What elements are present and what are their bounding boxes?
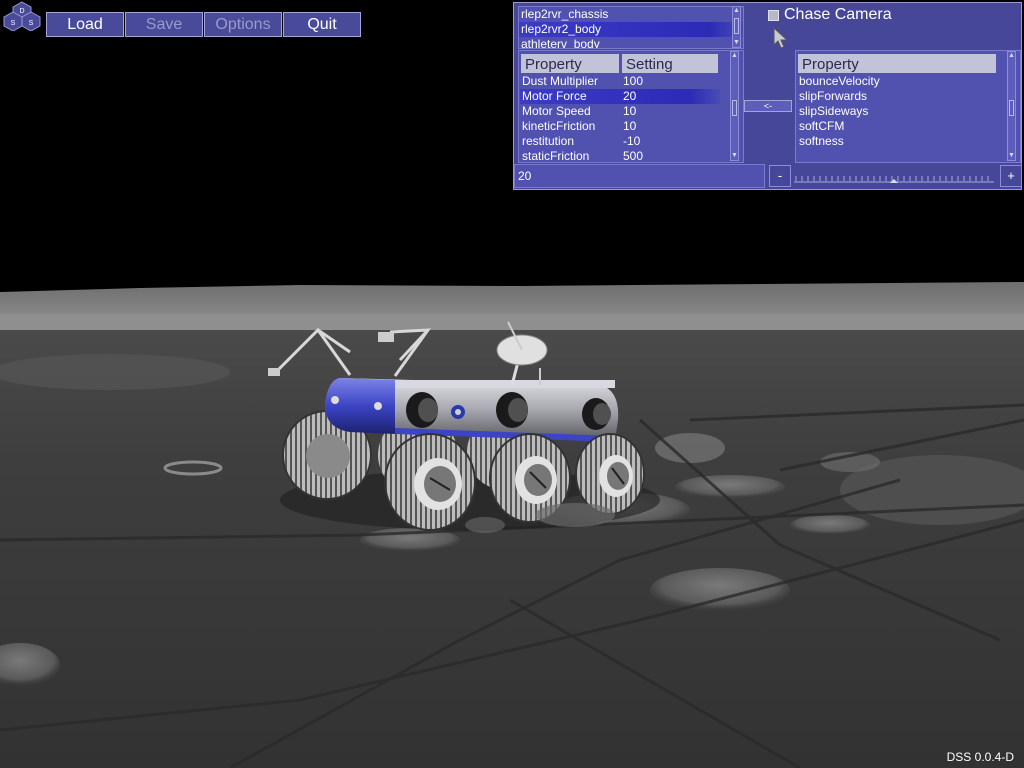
object-list-item[interactable]: rlep2rvr_chassis bbox=[519, 7, 743, 22]
value-input[interactable]: 20 bbox=[514, 164, 765, 188]
scroll-down-arrow-icon[interactable]: ▼ bbox=[731, 152, 738, 160]
table-row[interactable]: Motor Speed 10 bbox=[520, 104, 720, 119]
property-name: softness bbox=[799, 134, 844, 148]
table-row[interactable]: Dust Multiplier 100 bbox=[520, 74, 720, 89]
table-row-selected[interactable]: Motor Force 20 bbox=[520, 89, 720, 104]
save-button[interactable]: Save bbox=[125, 12, 203, 37]
value-slider[interactable] bbox=[792, 168, 996, 186]
object-list-item-selected[interactable]: rlep2rvr2_body bbox=[519, 22, 743, 37]
property-value: 20 bbox=[623, 89, 637, 103]
property-name: Motor Force bbox=[522, 89, 587, 103]
list-item[interactable]: softCFM bbox=[797, 119, 997, 134]
property-name: Motor Speed bbox=[522, 104, 591, 118]
load-button[interactable]: Load bbox=[46, 12, 124, 37]
available-property-grid[interactable]: Property bounceVelocity slipForwards sli… bbox=[795, 50, 1021, 163]
column-header-property[interactable]: Property bbox=[521, 54, 619, 73]
property-grid-scrollbar[interactable]: ▲ ▼ bbox=[730, 51, 739, 161]
property-name: staticFriction bbox=[522, 149, 590, 163]
scroll-down-arrow-icon[interactable]: ▼ bbox=[733, 39, 740, 47]
scroll-thumb[interactable] bbox=[732, 100, 737, 116]
scroll-up-arrow-icon[interactable]: ▲ bbox=[1008, 52, 1015, 60]
move-property-left-button[interactable]: <- bbox=[744, 100, 792, 112]
scroll-up-arrow-icon[interactable]: ▲ bbox=[731, 52, 738, 60]
crater bbox=[650, 568, 790, 612]
chase-camera-checkbox[interactable] bbox=[768, 9, 779, 21]
version-label: DSS 0.0.4-D bbox=[946, 750, 1014, 764]
list-item[interactable]: slipSideways bbox=[797, 104, 997, 119]
object-list-scrollbar[interactable]: ▲ ▼ bbox=[732, 6, 741, 48]
table-row[interactable]: kineticFriction 10 bbox=[520, 119, 720, 134]
chase-camera-label: Chase Camera bbox=[784, 6, 892, 23]
property-value: 500 bbox=[623, 149, 644, 163]
property-name: Dust Multiplier bbox=[522, 74, 599, 88]
options-button[interactable]: Options bbox=[204, 12, 282, 37]
list-item[interactable]: bounceVelocity bbox=[797, 74, 997, 89]
property-value: 10 bbox=[623, 119, 637, 133]
table-row[interactable]: restitution -10 bbox=[520, 134, 720, 149]
logo-letter-s: S bbox=[11, 20, 16, 27]
decrement-button[interactable]: - bbox=[769, 165, 791, 187]
chase-camera-toggle[interactable]: Chase Camera bbox=[768, 6, 892, 24]
table-row[interactable]: staticFriction 500 bbox=[520, 149, 720, 163]
main-toolbar: Load Save Options Quit bbox=[46, 12, 361, 37]
property-name: softCFM bbox=[799, 119, 845, 133]
slider-handle[interactable] bbox=[890, 179, 898, 183]
property-name: kineticFriction bbox=[522, 119, 596, 133]
crater bbox=[675, 475, 785, 499]
scroll-up-arrow-icon[interactable]: ▲ bbox=[733, 7, 740, 15]
property-name: restitution bbox=[522, 134, 575, 148]
list-item[interactable]: softness bbox=[797, 134, 997, 149]
property-value: -10 bbox=[623, 134, 641, 148]
column-header-property[interactable]: Property bbox=[798, 54, 996, 73]
scroll-thumb[interactable] bbox=[734, 18, 739, 34]
property-name: bounceVelocity bbox=[799, 74, 880, 88]
column-header-setting[interactable]: Setting bbox=[622, 54, 718, 73]
property-editor-panel: rlep2rvr_chassis rlep2rvr2_body athleter… bbox=[513, 2, 1022, 190]
property-name: slipForwards bbox=[799, 89, 868, 103]
scroll-thumb[interactable] bbox=[1009, 100, 1014, 116]
property-name: slipSideways bbox=[799, 104, 869, 118]
list-item[interactable]: slipForwards bbox=[797, 89, 997, 104]
crater bbox=[790, 515, 870, 535]
mouse-pointer-icon bbox=[773, 27, 789, 49]
logo-letter-s: S bbox=[29, 20, 34, 27]
property-setting-grid[interactable]: Property Setting Dust Multiplier 100 Mot… bbox=[518, 50, 744, 163]
scroll-down-arrow-icon[interactable]: ▼ bbox=[1008, 152, 1015, 160]
property-value: 10 bbox=[623, 104, 637, 118]
available-grid-scrollbar[interactable]: ▲ ▼ bbox=[1007, 51, 1016, 161]
object-list[interactable]: rlep2rvr_chassis rlep2rvr2_body athleter… bbox=[518, 6, 744, 49]
increment-button[interactable]: + bbox=[1000, 165, 1022, 187]
quit-button[interactable]: Quit bbox=[283, 12, 361, 37]
logo-letter-d: D bbox=[19, 8, 24, 15]
property-value: 100 bbox=[623, 74, 644, 88]
dss-logo: D S S bbox=[3, 1, 41, 31]
object-list-item[interactable]: athleterv_body bbox=[519, 37, 743, 48]
